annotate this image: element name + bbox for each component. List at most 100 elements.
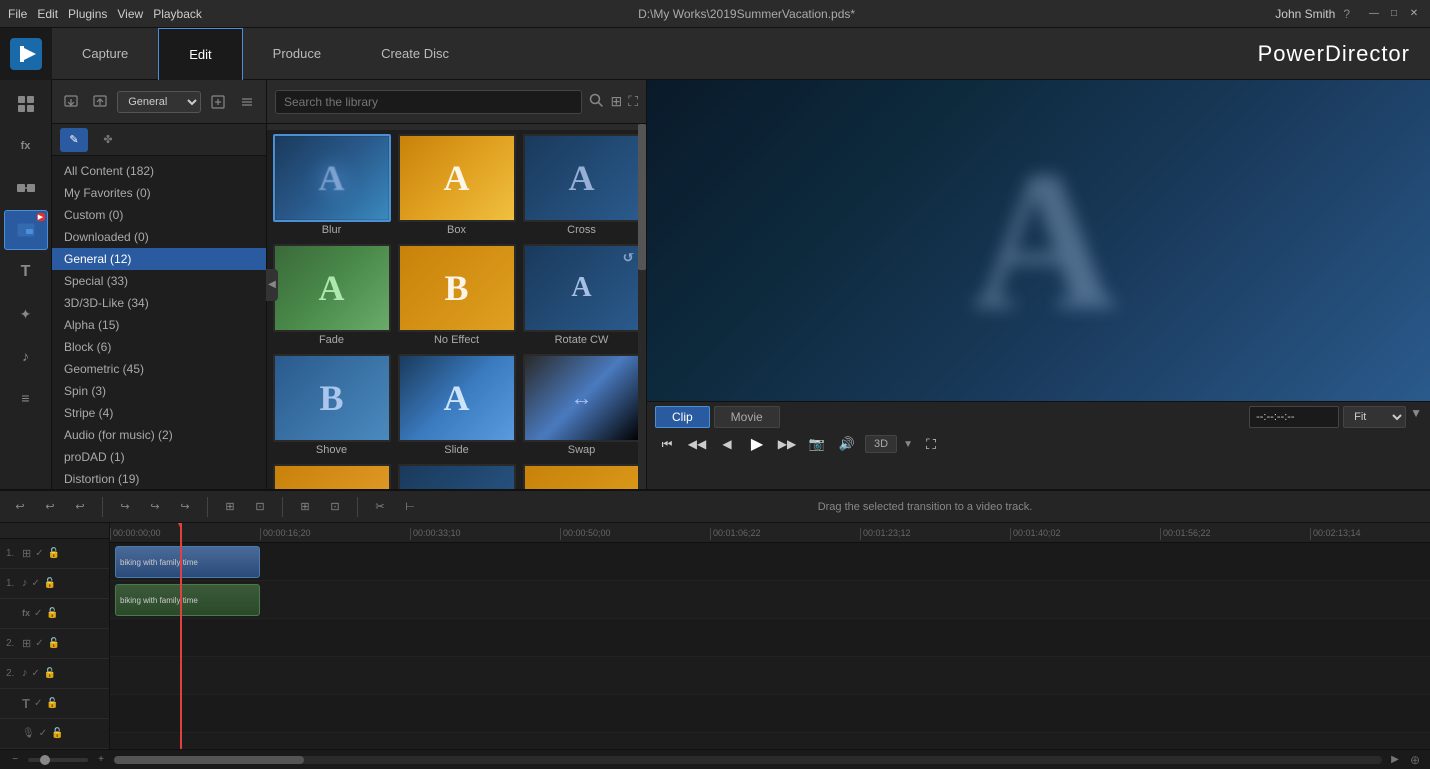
timecode-display[interactable] xyxy=(1249,406,1339,428)
preview-tab-clip[interactable]: Clip xyxy=(655,406,710,428)
track-vo-lock[interactable]: 🔓 xyxy=(51,728,63,739)
track-fx-lock[interactable]: 🔓 xyxy=(46,608,58,619)
undo-btn2[interactable]: ↩ xyxy=(38,495,62,519)
panel-collapse-btn[interactable]: ◀ xyxy=(266,269,278,301)
filter-star-tab[interactable]: ✤ xyxy=(94,128,122,152)
category-dropdown[interactable]: General Special 3D/3D-Like xyxy=(117,91,201,113)
scroll-thumb[interactable] xyxy=(114,756,304,764)
timeline-mode-btn1[interactable]: ⊞ xyxy=(218,495,242,519)
scroll-right-btn[interactable]: ▶ xyxy=(1388,753,1402,767)
transition-more-2[interactable]: A xyxy=(396,464,517,489)
redo-btn3[interactable]: ↪ xyxy=(173,495,197,519)
volume-btn[interactable]: 🔊 xyxy=(835,432,859,456)
track-1v-check[interactable]: ✓ xyxy=(35,548,43,559)
redo-btn2[interactable]: ↪ xyxy=(143,495,167,519)
media-library-tool[interactable] xyxy=(4,84,48,124)
track-1v-lock[interactable]: 🔓 xyxy=(48,548,60,559)
undo-btn[interactable]: ↩ xyxy=(8,495,32,519)
menu-edit[interactable]: Edit xyxy=(37,7,58,21)
cut-btn[interactable]: ✂ xyxy=(368,495,392,519)
prev-frame-btn[interactable]: ◀ xyxy=(715,432,739,456)
cat-general[interactable]: General (12) xyxy=(52,248,266,270)
zoom-in-btn[interactable]: + xyxy=(94,753,108,767)
track-vo-check[interactable]: ✓ xyxy=(39,728,47,739)
track-1a-check[interactable]: ✓ xyxy=(32,578,40,589)
import-button[interactable] xyxy=(58,88,84,116)
search-icon[interactable] xyxy=(588,92,604,111)
track-2a-check[interactable]: ✓ xyxy=(32,668,40,679)
transition-box[interactable]: A Box xyxy=(396,134,517,240)
cat-downloaded[interactable]: Downloaded (0) xyxy=(52,226,266,248)
cat-block[interactable]: Block (6) xyxy=(52,336,266,358)
track-2v-check[interactable]: ✓ xyxy=(35,638,43,649)
video-clip-1[interactable]: biking with family time xyxy=(115,546,260,578)
cat-alpha[interactable]: Alpha (15) xyxy=(52,314,266,336)
timeline-mode-btn2[interactable]: ⊡ xyxy=(248,495,272,519)
audio-tool[interactable]: ♪ xyxy=(4,336,48,376)
zoom-out-btn[interactable]: − xyxy=(8,753,22,767)
snapshot-btn[interactable]: 📷 xyxy=(805,432,829,456)
menu-playback[interactable]: Playback xyxy=(153,7,202,21)
search-input[interactable] xyxy=(275,90,582,114)
menu-plugins[interactable]: Plugins xyxy=(68,7,107,21)
cat-geometric[interactable]: Geometric (45) xyxy=(52,358,266,380)
cat-distortion[interactable]: Distortion (19) xyxy=(52,468,266,489)
play-btn[interactable]: ▶ xyxy=(745,432,769,456)
snap-btn[interactable]: ⊞ xyxy=(293,495,317,519)
tab-produce[interactable]: Produce xyxy=(243,28,351,80)
effects-tool[interactable]: fx xyxy=(4,126,48,166)
add-track-btn[interactable]: ⊕ xyxy=(1408,753,1422,767)
cat-spin[interactable]: Spin (3) xyxy=(52,380,266,402)
track-title-lock[interactable]: 🔓 xyxy=(46,698,58,709)
cat-custom[interactable]: Custom (0) xyxy=(52,204,266,226)
cat-stripe[interactable]: Stripe (4) xyxy=(52,402,266,424)
cat-special[interactable]: Special (33) xyxy=(52,270,266,292)
transition-fade[interactable]: A Fade xyxy=(271,244,392,350)
transition-more-1[interactable]: A xyxy=(271,464,392,489)
grid-view-btn[interactable]: ⊞ xyxy=(610,93,622,110)
zoom-slider[interactable] xyxy=(28,758,88,762)
transition-rotate-cw[interactable]: A ↺ Rotate CW xyxy=(521,244,642,350)
trim-btn[interactable]: ⊢ xyxy=(398,495,422,519)
chevron-down-3d-icon[interactable]: ▼ xyxy=(903,439,913,450)
cat-all-content[interactable]: All Content (182) xyxy=(52,160,266,182)
help-icon[interactable]: ? xyxy=(1343,7,1350,21)
minimize-btn[interactable]: — xyxy=(1366,6,1382,22)
mode-3d-btn[interactable]: 3D xyxy=(865,435,897,453)
next-frame-btn[interactable]: ▶▶ xyxy=(775,432,799,456)
redo-btn[interactable]: ↪ xyxy=(113,495,137,519)
tab-create-disc[interactable]: Create Disc xyxy=(351,28,479,80)
step-back-btn[interactable]: ◀◀ xyxy=(685,432,709,456)
menu-file[interactable]: File xyxy=(8,7,27,21)
maximize-btn[interactable]: □ xyxy=(1386,6,1402,22)
expand-view-btn[interactable]: ⛶ xyxy=(628,93,638,110)
skip-start-btn[interactable]: ⏮ xyxy=(655,432,679,456)
audio-clip-1[interactable]: biking with family time xyxy=(115,584,260,616)
menu-view[interactable]: View xyxy=(117,7,143,21)
playhead[interactable] xyxy=(180,523,182,749)
track-title-check[interactable]: ✓ xyxy=(34,698,42,709)
marker-btn[interactable]: ⊡ xyxy=(323,495,347,519)
transition-more-3[interactable]: A xyxy=(521,464,642,489)
track-2v-lock[interactable]: 🔓 xyxy=(48,638,60,649)
particles-tool[interactable]: ✦ xyxy=(4,294,48,334)
track-2a-lock[interactable]: 🔓 xyxy=(44,668,56,679)
titles-tool[interactable]: T xyxy=(4,252,48,292)
tab-capture[interactable]: Capture xyxy=(52,28,158,80)
fullscreen-btn[interactable]: ⛶ xyxy=(919,432,943,456)
transition-no-effect[interactable]: B No Effect xyxy=(396,244,517,350)
chevron-down-icon[interactable]: ▼ xyxy=(1410,406,1422,428)
cat-3d-3dlike[interactable]: 3D/3D-Like (34) xyxy=(52,292,266,314)
track-fx-check[interactable]: ✓ xyxy=(34,608,42,619)
cat-my-favorites[interactable]: My Favorites (0) xyxy=(52,182,266,204)
undo-btn3[interactable]: ↩ xyxy=(68,495,92,519)
track-1a-lock[interactable]: 🔓 xyxy=(44,578,56,589)
cat-prodad[interactable]: proDAD (1) xyxy=(52,446,266,468)
close-btn[interactable]: ✕ xyxy=(1406,6,1422,22)
transition-cross[interactable]: A Cross xyxy=(521,134,642,240)
subtitle-tool[interactable]: ≡ xyxy=(4,378,48,418)
tab-edit[interactable]: Edit xyxy=(158,28,242,80)
transition-shove[interactable]: B Shove xyxy=(271,354,392,460)
list-view-btn[interactable] xyxy=(234,88,260,116)
transition-slide[interactable]: A Slide xyxy=(396,354,517,460)
